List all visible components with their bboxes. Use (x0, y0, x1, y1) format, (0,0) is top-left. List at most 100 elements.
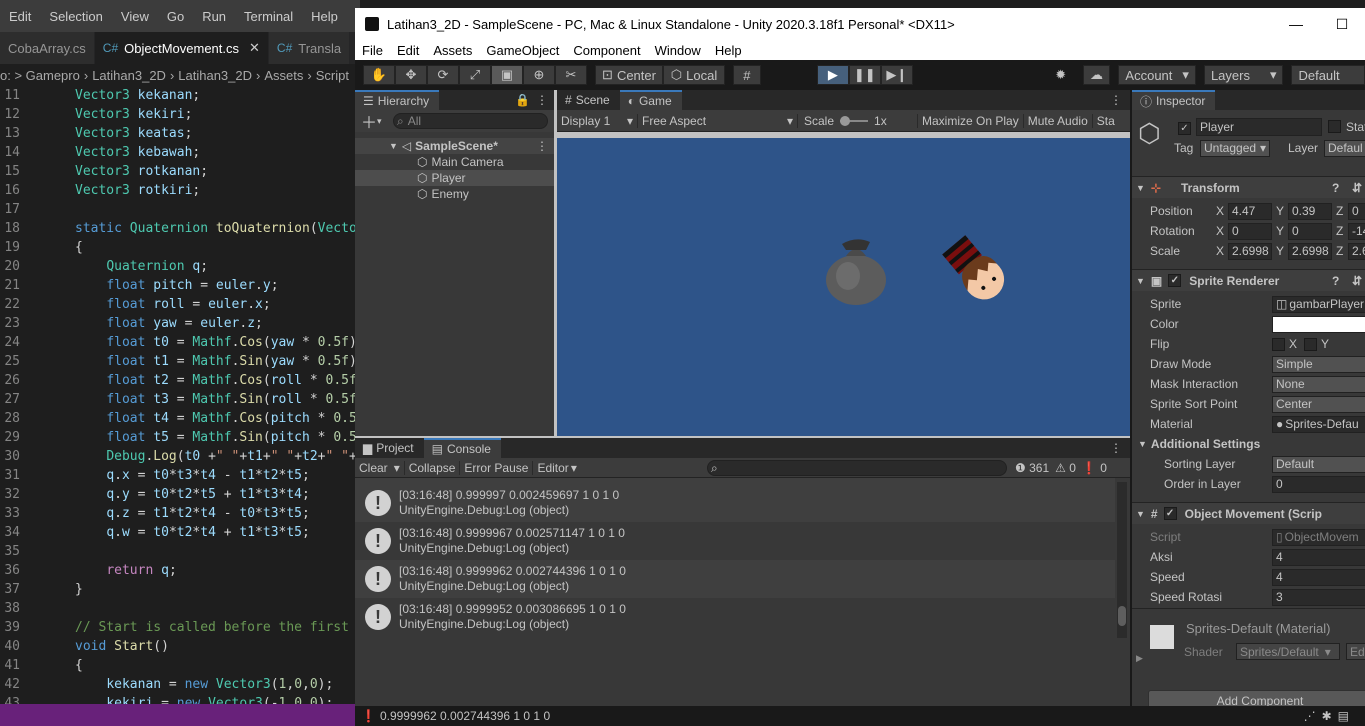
code-line[interactable]: 29 float t5 = Mathf.Sin(pitch * 0.5 (0, 428, 360, 447)
code-line[interactable]: 40 void Start() (0, 637, 360, 656)
rect-tool-icon[interactable]: ▣ (491, 65, 523, 85)
tab-translate[interactable]: C# Transla (268, 32, 351, 64)
tab-console[interactable]: ▤ Console (423, 438, 501, 458)
flip-x-checkbox[interactable] (1272, 337, 1285, 351)
status-icons[interactable]: ⋰✱▤ (1304, 709, 1355, 723)
menu-run[interactable]: Run (193, 9, 235, 24)
mute-audio-toggle[interactable]: Mute Audio (1022, 113, 1092, 128)
sprite-renderer-component-header[interactable]: ▼ ▣ ✓ Sprite Renderer ? ⇵ (1132, 269, 1365, 291)
component-enabled-checkbox[interactable]: ✓ (1163, 507, 1177, 520)
code-line[interactable]: 13 Vector3 keatas; (0, 124, 360, 143)
code-line[interactable]: 21 float pitch = euler.y; (0, 276, 360, 295)
draw-mode-dropdown[interactable]: Simple (1272, 355, 1365, 373)
chevron-down-icon[interactable]: ▼ (389, 141, 398, 151)
lock-icon[interactable]: 🔒 (515, 93, 530, 107)
layout-dropdown[interactable]: Default (1291, 65, 1365, 85)
error-pause-toggle[interactable]: Error Pause (459, 460, 532, 475)
order-in-layer-input[interactable]: 0 (1272, 475, 1365, 493)
tag-dropdown[interactable]: Untagged ▾ (1200, 139, 1270, 157)
tab-game[interactable]: ◐ Game (619, 90, 682, 110)
code-line[interactable]: 31 q.x = t0*t3*t4 - t1*t2*t5; (0, 466, 360, 485)
sorting-layer-dropdown[interactable]: Default (1272, 455, 1365, 473)
aspect-dropdown[interactable]: Free Aspect ▾ (637, 113, 797, 128)
code-line[interactable]: 30 Debug.Log(t0 +" "+t1+" "+t2+" "+ (0, 447, 360, 466)
more-icon[interactable]: ⋮ (536, 93, 548, 107)
game-viewport[interactable] (557, 138, 1130, 436)
rotation-z-input[interactable]: -14 (1348, 222, 1365, 240)
console-search-input[interactable]: ⌕ (707, 460, 1007, 476)
menu-component[interactable]: Component (566, 43, 647, 58)
minimize-icon[interactable]: — (1273, 8, 1319, 40)
active-checkbox[interactable]: ✓ (1178, 122, 1191, 135)
position-z-input[interactable]: 0 (1348, 202, 1365, 220)
error-count-toggle[interactable]: ❗ 0 (1082, 461, 1107, 475)
tab-cobaarray[interactable]: CobaArray.cs (0, 32, 95, 64)
slider-track[interactable] (840, 115, 869, 126)
list-item[interactable]: ! [03:16:48] 0.9999962 0.002744396 1 0 1 … (355, 560, 1115, 598)
additional-settings-foldout[interactable]: ▼ Additional Settings (1132, 434, 1365, 454)
collab-icon[interactable]: ✹ (1047, 65, 1075, 85)
code-line[interactable]: 11 Vector3 kekanan; (0, 86, 360, 105)
menu-edit[interactable]: Edit (390, 43, 426, 58)
color-swatch[interactable] (1272, 315, 1365, 333)
scale-y-input[interactable]: 2.6998 (1288, 242, 1332, 260)
menu-go[interactable]: Go (158, 9, 193, 24)
move-tool-icon[interactable]: ✥ (395, 65, 427, 85)
code-line[interactable]: 36 return q; (0, 561, 360, 580)
list-item[interactable]: ! [03:16:48] 0.9999967 0.002571147 1 0 1 … (355, 522, 1115, 560)
display-dropdown[interactable]: Display 1 ▾ (557, 114, 637, 128)
scale-x-input[interactable]: 2.6998 (1228, 242, 1272, 260)
menu-assets[interactable]: Assets (426, 43, 479, 58)
list-item[interactable]: ! [03:16:48] 0.9999952 0.003086695 1 0 1 … (355, 598, 1115, 636)
code-line[interactable]: 16 Vector3 rotkiri; (0, 181, 360, 200)
stats-toggle[interactable]: Sta (1091, 113, 1119, 128)
edit-shader-button[interactable]: Ed (1346, 643, 1365, 660)
custom-tool-icon[interactable]: ✂ (555, 65, 587, 85)
code-line[interactable]: 20 Quaternion q; (0, 257, 360, 276)
tab-project[interactable]: ▆ Project (355, 438, 424, 458)
close-icon[interactable]: ✕ (249, 40, 260, 56)
preset-icon[interactable]: ⇵ (1352, 274, 1362, 288)
tab-inspector[interactable]: ⓘ Inspector (1132, 90, 1216, 110)
tab-objectmovement[interactable]: C# ObjectMovement.cs ✕ (94, 32, 269, 64)
log-count-toggle[interactable]: ❶ 361 (1015, 461, 1049, 475)
chevron-down-icon[interactable]: ▾ (394, 461, 400, 475)
help-icon[interactable]: ? (1332, 181, 1339, 195)
code-editor[interactable]: 11 Vector3 kekanan; 12 Vector3 kekiri; 13 Vec… (0, 86, 360, 706)
code-line[interactable]: 42 kekanan = new Vector3(1,0,0); (0, 675, 360, 694)
shader-dropdown[interactable]: Sprites/Default ▾ (1236, 643, 1340, 660)
transform-tool-icon[interactable]: ⊕ (523, 65, 555, 85)
tab-scene[interactable]: # Scene (557, 90, 620, 110)
status-message[interactable]: 0.9999962 0.002744396 1 0 1 0 (380, 709, 550, 723)
layers-dropdown[interactable]: Layers ▾ (1203, 65, 1284, 85)
more-icon[interactable]: ⋮ (536, 139, 548, 153)
scale-tool-icon[interactable]: ⤢ (459, 65, 491, 85)
component-enabled-checkbox[interactable]: ✓ (1168, 274, 1182, 287)
code-line[interactable]: 32 q.y = t0*t2*t5 + t1*t3*t4; (0, 485, 360, 504)
chevron-down-icon[interactable]: ▾ (377, 116, 382, 127)
aksi-input[interactable]: 4 (1272, 548, 1365, 566)
chevron-right-icon[interactable]: ▶ (1136, 653, 1143, 664)
code-line[interactable]: 19 { (0, 238, 360, 257)
tab-hierarchy[interactable]: ☰ Hierarchy (355, 90, 440, 110)
scale-z-input[interactable]: 2.6 (1348, 242, 1365, 260)
code-line[interactable]: 12 Vector3 kekiri; (0, 105, 360, 124)
code-line[interactable]: 22 float roll = euler.x; (0, 295, 360, 314)
more-icon[interactable]: ⋮ (1110, 441, 1122, 455)
menu-gameobject[interactable]: GameObject (479, 43, 566, 58)
warn-count-toggle[interactable]: ⚠ 0 (1055, 461, 1076, 475)
transform-component-header[interactable]: ▼ ⊹ Transform ? ⇵ (1132, 176, 1365, 198)
code-line[interactable]: 34 q.w = t0*t2*t4 + t1*t3*t5; (0, 523, 360, 542)
menu-help[interactable]: Help (708, 43, 749, 58)
code-line[interactable]: 38 (0, 599, 360, 618)
code-line[interactable]: 26 float t2 = Mathf.Cos(roll * 0.5f (0, 371, 360, 390)
position-x-input[interactable]: 4.47 (1228, 202, 1272, 220)
breadcrumb-item[interactable]: Latihan3_2D (178, 68, 252, 83)
object-movement-component-header[interactable]: ▼ # ✓ Object Movement (Scrip (1132, 502, 1365, 524)
pause-button[interactable]: ❚❚ (848, 65, 881, 85)
speed-input[interactable]: 4 (1272, 568, 1365, 586)
menu-terminal[interactable]: Terminal (235, 9, 302, 24)
list-item[interactable]: ! [03:16:48] 0.999997 0.002459697 1 0 1 0… (355, 484, 1115, 522)
code-line[interactable]: 39 // Start is called before the first (0, 618, 360, 637)
help-icon[interactable]: ? (1332, 274, 1339, 288)
